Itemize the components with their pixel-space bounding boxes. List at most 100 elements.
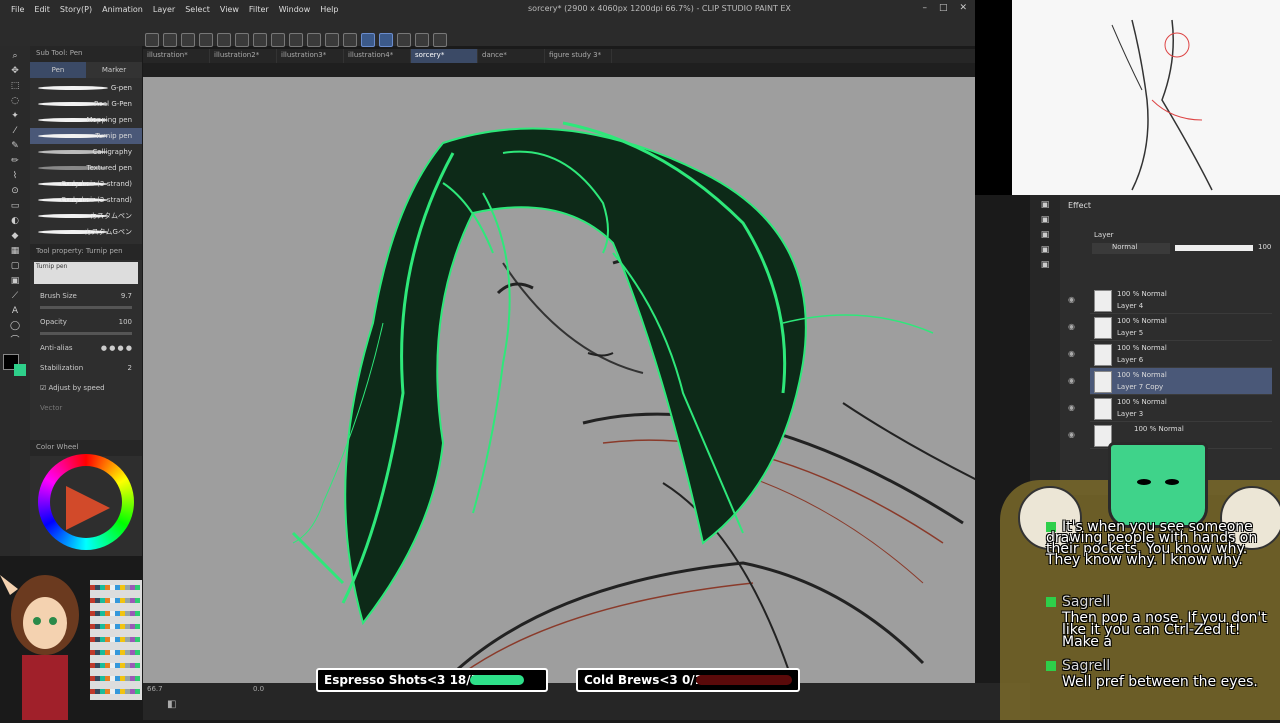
move-icon[interactable]: ✥ xyxy=(8,66,22,76)
menu-help[interactable]: Help xyxy=(315,5,343,14)
layout-icon[interactable]: ◧ xyxy=(167,699,176,710)
brush-item[interactable]: Curly hair (2-strand) xyxy=(30,192,142,208)
stabilize-icon[interactable] xyxy=(379,33,393,47)
palette-swatch[interactable] xyxy=(135,585,140,590)
stabilization-value[interactable]: 2 xyxy=(128,364,132,372)
menu-filter[interactable]: Filter xyxy=(244,5,274,14)
antialias-row[interactable]: Anti-alias ● ● ● ● xyxy=(30,338,142,358)
eye-icon[interactable]: ◉ xyxy=(1068,295,1075,304)
angle-readout[interactable]: 0.0 xyxy=(253,685,264,693)
palette-swatch[interactable] xyxy=(135,598,140,603)
layer-opacity-value[interactable]: 100 xyxy=(1258,243,1271,251)
maximize-icon[interactable]: □ xyxy=(939,3,948,13)
save-icon[interactable] xyxy=(181,33,195,47)
figure-icon[interactable]: ▢ xyxy=(8,261,22,271)
zoom-icon[interactable]: ⌕ xyxy=(8,51,22,61)
brush-item[interactable]: Textured pen xyxy=(30,160,142,176)
correct-line-icon[interactable]: ⌒ xyxy=(8,336,22,346)
close-icon[interactable]: ✕ xyxy=(959,3,967,13)
tab-illustration4[interactable]: illustration4* xyxy=(344,49,411,63)
export-icon[interactable] xyxy=(199,33,213,47)
brush-item[interactable]: Mapping pen xyxy=(30,112,142,128)
ruler-icon[interactable]: ⟋ xyxy=(8,291,22,301)
auto-select-icon[interactable]: ✦ xyxy=(8,111,22,121)
palette-swatch[interactable] xyxy=(135,650,140,655)
panel-icon[interactable]: ▣ xyxy=(1038,215,1052,225)
transform-icon[interactable] xyxy=(289,33,303,47)
canvas[interactable] xyxy=(143,63,975,683)
brush-item[interactable]: Curly hair (3-strand) xyxy=(30,176,142,192)
brush-item[interactable]: Calligraphy xyxy=(30,144,142,160)
balloon-icon[interactable]: ◯ xyxy=(8,321,22,331)
layer-row[interactable]: ◉ 100 % Normal Layer 6 xyxy=(1068,341,1272,368)
blend-icon[interactable]: ◐ xyxy=(8,216,22,226)
layer-row[interactable]: ◉ 100 % Normal Layer 4 xyxy=(1068,287,1272,314)
lasso-icon[interactable]: ◌ xyxy=(8,96,22,106)
tab-illustration3[interactable]: illustration3* xyxy=(277,49,344,63)
brush-size-value[interactable]: 9.7 xyxy=(121,292,132,300)
brush-item[interactable]: Real G-Pen xyxy=(30,96,142,112)
sub-color-swatch[interactable] xyxy=(14,364,26,376)
open-icon[interactable] xyxy=(163,33,177,47)
redo-icon[interactable] xyxy=(235,33,249,47)
help-icon[interactable] xyxy=(433,33,447,47)
eye-icon[interactable]: ◉ xyxy=(1068,322,1075,331)
text-icon[interactable]: A xyxy=(8,306,22,316)
tab-pen[interactable]: Pen xyxy=(30,62,86,78)
clear-icon[interactable] xyxy=(253,33,267,47)
airbrush-icon[interactable]: ⊙ xyxy=(8,186,22,196)
palette-swatch[interactable] xyxy=(135,689,140,694)
eye-icon[interactable]: ◉ xyxy=(1068,376,1075,385)
panel-icon[interactable]: ▣ xyxy=(1038,230,1052,240)
fill-icon[interactable] xyxy=(271,33,285,47)
tab-illustration[interactable]: illustration* xyxy=(143,49,210,63)
settings-icon[interactable] xyxy=(415,33,429,47)
layer-row[interactable]: ◉ 100 % Normal Layer 5 xyxy=(1068,314,1272,341)
menu-file[interactable]: File xyxy=(6,5,29,14)
gradient-icon[interactable]: ▦ xyxy=(8,246,22,256)
palette-swatch[interactable] xyxy=(135,676,140,681)
pen-icon[interactable]: ✎ xyxy=(8,141,22,151)
pen-pressure-icon[interactable] xyxy=(397,33,411,47)
layer-row-selected[interactable]: ◉ 100 % Normal Layer 7 Copy xyxy=(1068,368,1272,395)
brush-item[interactable]: Turnip pen xyxy=(30,128,142,144)
brush-icon[interactable]: ⌇ xyxy=(8,171,22,181)
menu-select[interactable]: Select xyxy=(180,5,215,14)
select-icon[interactable]: ⬚ xyxy=(8,81,22,91)
palette-swatch[interactable] xyxy=(135,611,140,616)
menu-view[interactable]: View xyxy=(215,5,244,14)
panel-icon[interactable]: ▣ xyxy=(1038,200,1052,210)
adjust-speed-row[interactable]: ☑ Adjust by speed xyxy=(30,378,142,398)
snap-ruler-icon[interactable] xyxy=(307,33,321,47)
menu-edit[interactable]: Edit xyxy=(29,5,55,14)
brush-size-row[interactable]: Brush Size 9.7 xyxy=(30,286,142,306)
eraser-icon[interactable]: ▭ xyxy=(8,201,22,211)
undo-icon[interactable] xyxy=(217,33,231,47)
eye-icon[interactable]: ◉ xyxy=(1068,403,1075,412)
menu-layer[interactable]: Layer xyxy=(148,5,180,14)
layer-tab[interactable]: Layer xyxy=(1094,231,1114,239)
eye-icon[interactable]: ◉ xyxy=(1068,430,1075,439)
tab-dance[interactable]: dance* xyxy=(478,49,545,63)
palette-swatch[interactable] xyxy=(135,624,140,629)
stabilization-row[interactable]: Stabilization 2 xyxy=(30,358,142,378)
layer-row[interactable]: ◉ 100 % Normal Layer 3 xyxy=(1068,395,1272,422)
eyedropper-icon[interactable]: ⁄ xyxy=(8,126,22,136)
blend-mode-select[interactable]: Normal xyxy=(1092,243,1170,254)
new-file-icon[interactable] xyxy=(145,33,159,47)
opacity-row[interactable]: Opacity 100 xyxy=(30,312,142,332)
snap-grid-icon[interactable] xyxy=(325,33,339,47)
brush-item[interactable]: カスタムペン xyxy=(30,208,142,224)
minimize-icon[interactable]: – xyxy=(922,3,927,13)
frame-icon[interactable]: ▣ xyxy=(8,276,22,286)
layer-opacity-slider[interactable] xyxy=(1175,245,1253,251)
menu-window[interactable]: Window xyxy=(274,5,316,14)
fill-tool-icon[interactable]: ◆ xyxy=(8,231,22,241)
menu-story[interactable]: Story(P) xyxy=(55,5,97,14)
color-palette[interactable] xyxy=(90,580,142,700)
brush-item[interactable]: カスタムGペン xyxy=(30,224,142,240)
tab-figure-study[interactable]: figure study 3* xyxy=(545,49,612,63)
panel-icon[interactable]: ▣ xyxy=(1038,245,1052,255)
opacity-slider[interactable] xyxy=(40,332,132,335)
zoom-readout[interactable]: 66.7 xyxy=(147,685,163,693)
